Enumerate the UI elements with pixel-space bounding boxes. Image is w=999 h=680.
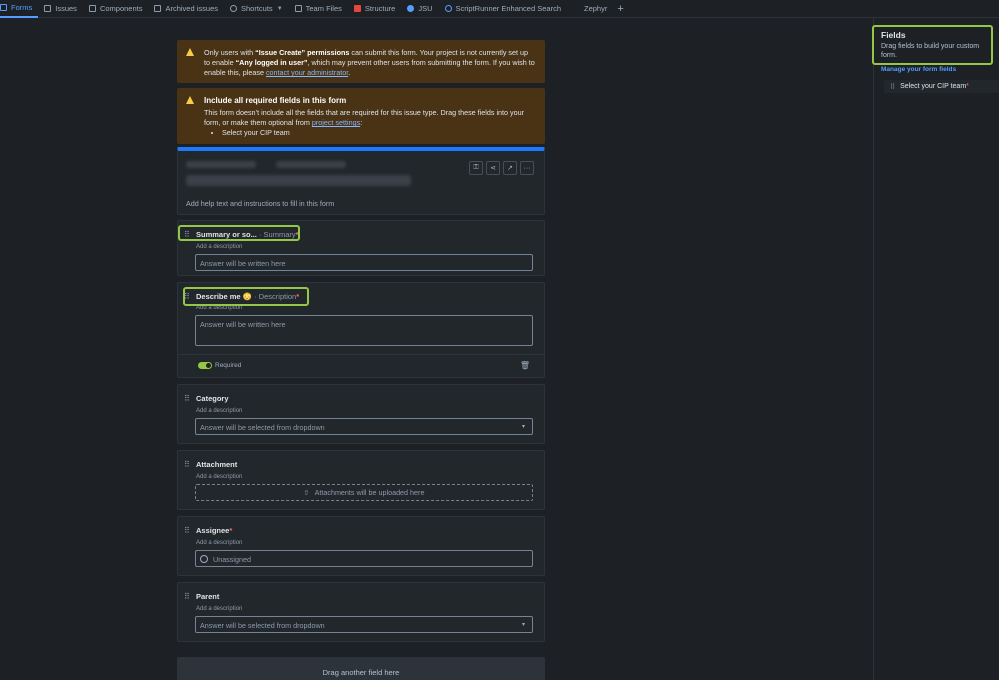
chevron-down-icon: ▾ (521, 622, 525, 628)
category-select[interactable]: Answer will be selected from dropdown ▾ (195, 418, 533, 435)
form-help-text[interactable]: Add help text and instructions to fill i… (186, 199, 334, 208)
manage-fields-link[interactable]: Manage your form fields (881, 66, 956, 73)
drag-handle-icon[interactable]: ⠿ (184, 460, 190, 469)
jsu-icon (407, 5, 415, 12)
trash-icon[interactable]: 🗑 (520, 361, 530, 370)
issues-icon (44, 5, 52, 12)
chevron-down-icon: ▼ (276, 5, 283, 12)
field-attachment[interactable]: ⠿ Attachment Add a description ⇧ Attachme… (177, 450, 545, 510)
field-category[interactable]: ⠿ Category Add a description Answer will… (177, 384, 545, 444)
tab-shortcuts[interactable]: Shortcuts ▼ (224, 0, 289, 18)
warning-title: Include all required fields in this form (204, 96, 347, 105)
drag-handle-icon[interactable]: ⠿ (890, 83, 895, 91)
field-dropzone[interactable]: Drag another field here (177, 657, 545, 680)
link-icon (230, 5, 237, 12)
project-navigation: Forms Issues Components Archived issues … (0, 0, 999, 18)
open-external-icon[interactable]: ↗ (503, 161, 517, 175)
upload-icon: ⇧ (303, 488, 310, 497)
project-settings-link[interactable]: project settings (312, 118, 360, 127)
form-actions: ⚿ ⋖ ↗ ··· (469, 161, 534, 175)
scriptrunner-icon (444, 5, 452, 12)
parent-select[interactable]: Answer will be selected from dropdown ▾ (195, 616, 533, 633)
add-tab-icon[interactable]: + (617, 3, 623, 15)
tab-forms[interactable]: Forms (0, 0, 39, 18)
contact-admin-link[interactable]: contact your administrator (266, 68, 348, 77)
components-icon (88, 5, 96, 12)
field-description[interactable]: Add a description (196, 408, 242, 414)
chevron-down-icon: ▾ (521, 424, 525, 430)
tab-team-files[interactable]: Team Files (289, 0, 348, 18)
summary-input[interactable]: Answer will be written here (195, 254, 533, 271)
tab-issues[interactable]: Issues (38, 0, 83, 18)
warning-icon (186, 96, 194, 104)
field-assignee[interactable]: ⠿ Assignee* Add a description Unassigned (177, 516, 545, 576)
tab-archived-issues[interactable]: Archived issues (148, 0, 224, 18)
drag-handle-icon[interactable]: ⠿ (184, 592, 190, 601)
permission-warning: Only users with “Issue Create” permissio… (177, 40, 545, 83)
highlight-box (178, 225, 300, 241)
highlight-box (183, 287, 309, 306)
blurred-form-title (186, 175, 411, 186)
field-parent[interactable]: ⠿ Parent Add a description Answer will b… (177, 582, 545, 642)
lock-icon[interactable]: ⚿ (469, 161, 483, 175)
required-toggle[interactable]: Required (198, 362, 241, 369)
share-icon[interactable]: ⋖ (486, 161, 500, 175)
drag-handle-icon[interactable]: ⠿ (184, 526, 190, 535)
panel-title: Fields (881, 30, 906, 40)
list-item: Select your CIP team (222, 128, 535, 138)
blurred-meta (276, 161, 346, 168)
form-builder: Only users with “Issue Create” permissio… (177, 40, 545, 680)
team-files-icon (294, 5, 302, 12)
user-icon (200, 555, 208, 563)
drag-handle-icon[interactable]: ⠿ (184, 394, 190, 403)
fields-panel-header: Fields Drag fields to build your custom … (872, 25, 993, 65)
field-description-block[interactable]: ⠿ Describe me 😳 · Description* Add a des… (177, 282, 545, 378)
description-textarea[interactable]: Answer will be written here (195, 315, 533, 346)
attachment-dropzone[interactable]: ⇧ Attachments will be uploaded here (195, 484, 533, 501)
assignee-picker[interactable]: Unassigned (195, 550, 533, 567)
archive-icon (154, 5, 162, 12)
tab-jsu[interactable]: JSU (401, 0, 438, 18)
draggable-field-cip-team[interactable]: ⠿ Select your CIP team * (884, 80, 999, 93)
forms-icon (0, 4, 7, 11)
panel-subtitle: Drag fields to build your custom form. (881, 43, 980, 59)
fields-panel (873, 18, 999, 680)
required-fields-warning: Include all required fields in this form… (177, 88, 545, 144)
toggle-switch[interactable] (198, 362, 212, 369)
missing-fields-list: Select your CIP team (222, 128, 535, 138)
field-description[interactable]: Add a description (196, 244, 242, 250)
tab-zephyr[interactable]: Zephyr (567, 0, 613, 18)
warning-icon (186, 48, 194, 56)
tab-scriptrunner[interactable]: ScriptRunner Enhanced Search (439, 0, 567, 18)
blurred-meta (186, 161, 256, 168)
tab-components[interactable]: Components (83, 0, 149, 18)
tab-structure[interactable]: Structure (348, 0, 401, 18)
structure-icon (353, 5, 361, 12)
more-icon[interactable]: ··· (520, 161, 534, 175)
form-header: ⚿ ⋖ ↗ ··· Add help text and instructions… (177, 147, 545, 215)
field-description[interactable]: Add a description (196, 474, 242, 480)
divider (178, 354, 544, 355)
field-description[interactable]: Add a description (196, 540, 242, 546)
field-description[interactable]: Add a description (196, 606, 242, 612)
field-summary[interactable]: ⠿ Summary or so... · Summary* Add a desc… (177, 220, 545, 276)
zephyr-icon (573, 5, 580, 12)
